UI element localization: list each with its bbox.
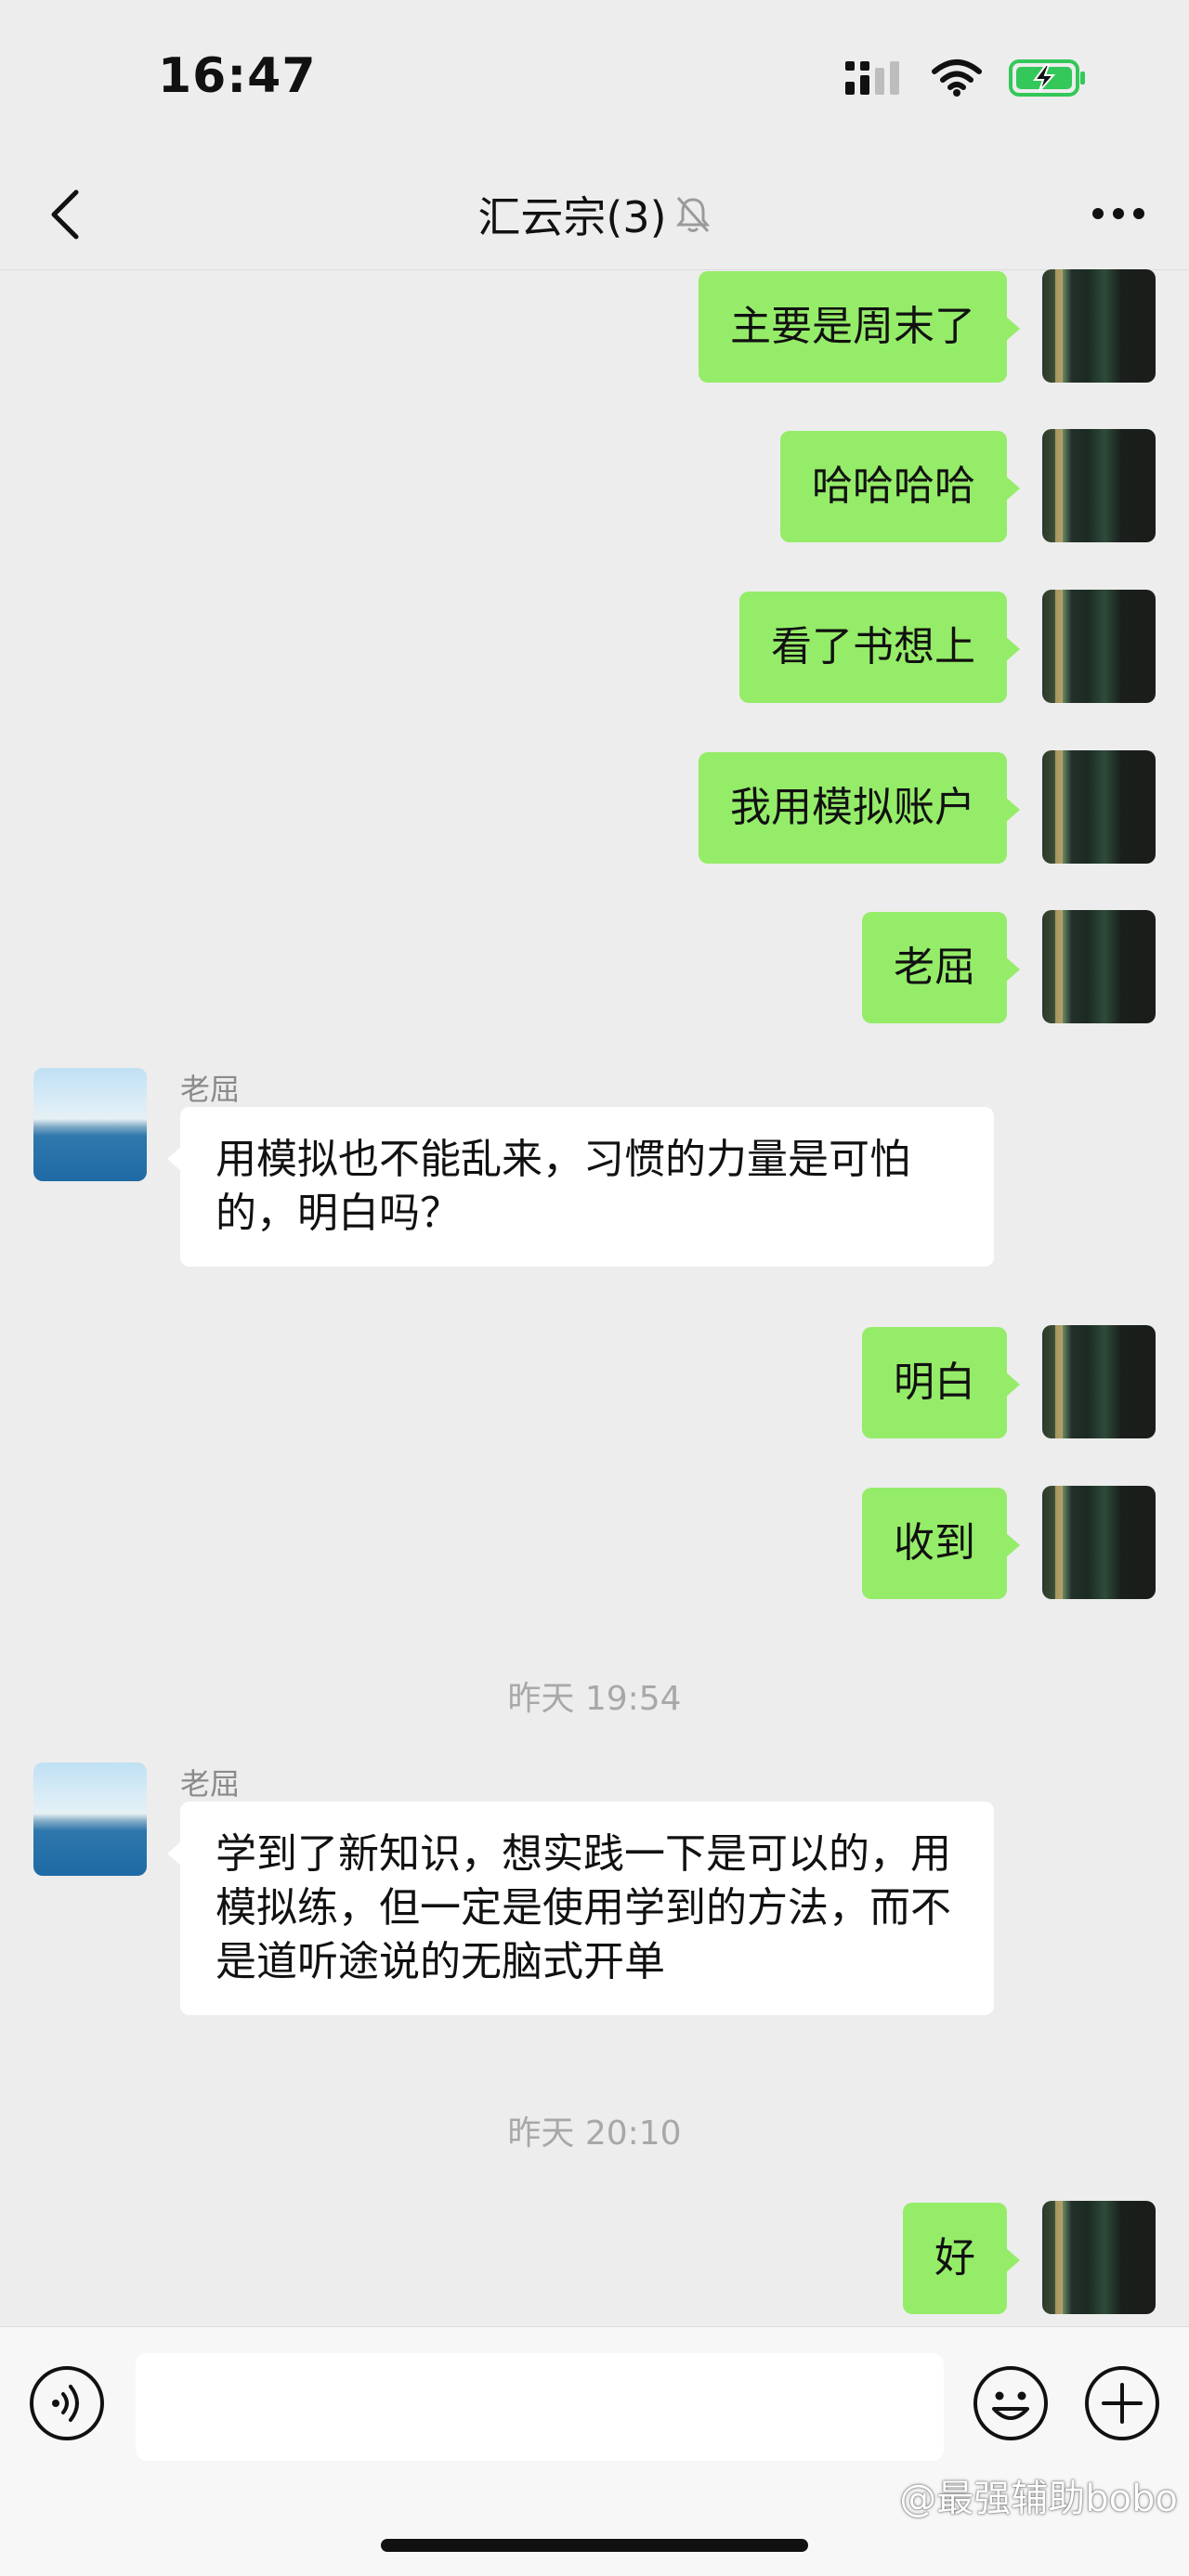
message-row-self: 明白 [0,1325,1189,1438]
avatar-self[interactable] [1042,1486,1156,1599]
timestamp: 昨天 19:54 [507,1680,682,1718]
message-row-self: 我用模拟账户 [0,750,1189,864]
message-text: 我用模拟账户 [730,784,975,831]
avatar-other[interactable] [33,1068,147,1181]
nav-bar: 汇云宗(3) [0,158,1189,270]
message-bubble-self[interactable]: 明白 [862,1327,1020,1438]
plus-button[interactable] [1083,2364,1161,2442]
more-dots-icon [1092,208,1144,219]
emoji-button[interactable] [972,2364,1050,2442]
message-bubble-self[interactable]: 哈哈哈哈 [780,431,1020,542]
message-bubble-other[interactable]: 用模拟也不能乱来，习惯的力量是可怕的，明白吗？ [167,1107,994,1267]
message-row-self: 哈哈哈哈 [0,429,1189,542]
message-row-self: 收到 [0,1486,1189,1599]
message-text: 看了书想上 [771,623,975,670]
bell-muted-icon [675,197,710,232]
message-bubble-self[interactable]: 好 [903,2203,1020,2314]
avatar-self[interactable] [1042,269,1156,383]
message-bubble-self[interactable]: 主要是周末了 [699,271,1020,383]
home-indicator[interactable] [381,2539,808,2552]
avatar-self[interactable] [1042,1325,1156,1438]
plus-icon [1085,2366,1159,2440]
avatar-self[interactable] [1042,429,1156,542]
avatar-self[interactable] [1042,750,1156,864]
avatar-self[interactable] [1042,2201,1156,2314]
nav-title-group: 汇云宗(3) [0,184,1189,245]
sender-name: 老屈 [180,1072,241,1107]
message-text: 明白 [894,1359,975,1406]
voice-icon [30,2366,104,2440]
status-time: 16:47 [158,48,317,104]
message-text: 学到了新知识，想实践一下是可以的，用模拟练，但一定是使用学到的方法，而不是道听途… [216,1830,951,1985]
battery-charging-icon [1009,59,1085,97]
message-input[interactable] [136,2353,944,2461]
timestamp: 昨天 20:10 [507,2114,682,2153]
message-row-other: 老屈 用模拟也不能乱来，习惯的力量是可怕的，明白吗？ [0,1066,1189,1280]
message-row-other: 老屈 学到了新知识，想实践一下是可以的，用模拟练，但一定是使用学到的方法，而不是… [0,1761,1189,2039]
message-row-self: 好 [0,2201,1189,2314]
message-bubble-self[interactable]: 老屈 [862,912,1020,1023]
chat-title: 汇云宗(3) [477,192,667,242]
message-text: 用模拟也不能乱来，习惯的力量是可怕的，明白吗？ [216,1136,910,1237]
message-row-self: 老屈 [0,910,1189,1023]
message-bubble-self[interactable]: 我用模拟账户 [699,752,1020,864]
watermark: @最强辅助bobo [899,2478,1178,2520]
status-icons [843,58,1087,98]
message-text: 主要是周末了 [730,303,975,350]
wifi-icon [932,59,982,97]
avatar-self[interactable] [1042,590,1156,703]
message-bubble-other[interactable]: 学到了新知识，想实践一下是可以的，用模拟练，但一定是使用学到的方法，而不是道听途… [167,1802,994,2015]
status-bar: 16:47 [0,0,1189,158]
sender-name: 老屈 [180,1766,241,1802]
avatar-other[interactable] [33,1763,147,1876]
signal-icon [845,61,899,95]
message-row-self: 看了书想上 [0,590,1189,703]
message-text: 好 [934,2234,975,2282]
message-text: 收到 [894,1519,975,1567]
message-row-self: 主要是周末了 [0,269,1189,383]
avatar-self[interactable] [1042,910,1156,1023]
message-bubble-self[interactable]: 收到 [862,1488,1020,1599]
more-button[interactable] [1081,186,1156,241]
message-text: 老屈 [894,943,975,991]
emoji-icon [973,2366,1048,2440]
message-bubble-self[interactable]: 看了书想上 [739,592,1020,703]
chat-screen: 16:47 汇云宗(3) 主要是周末了 哈哈哈哈 看了书想上 我用模拟账户 老屈… [0,0,1189,2576]
message-text: 哈哈哈哈 [812,462,975,510]
voice-button[interactable] [28,2364,106,2442]
